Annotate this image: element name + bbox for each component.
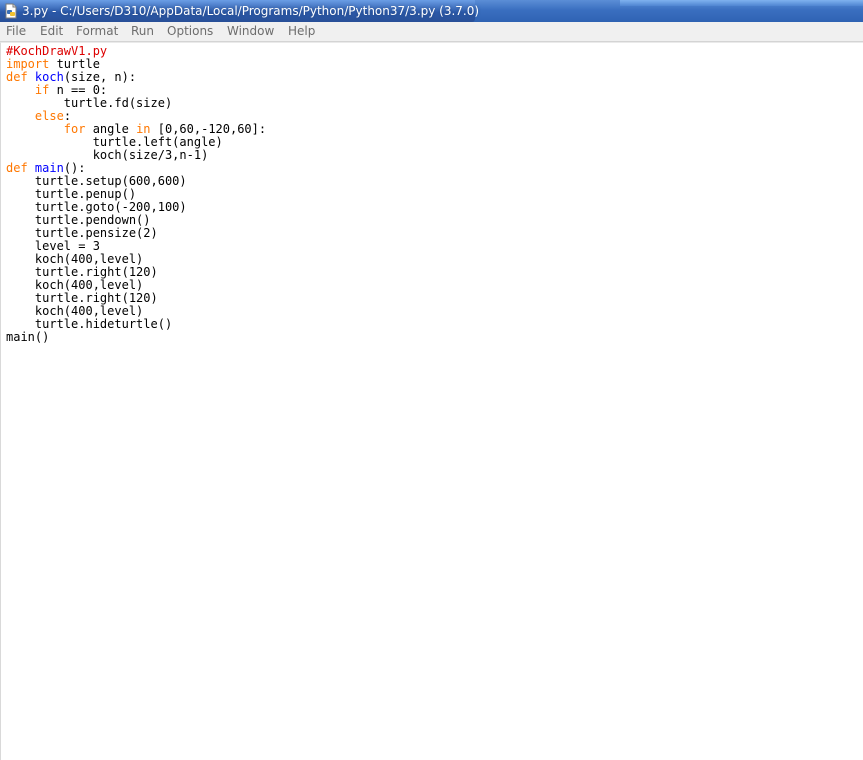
code-token-plain: turtle.fd(size)	[6, 96, 173, 110]
code-token-plain: turtle.left(angle)	[6, 135, 223, 149]
code-token-plain: turtle.pendown()	[6, 213, 151, 227]
code-token-plain: turtle.goto(-200,100)	[6, 200, 187, 214]
code-token-plain: turtle.right(120)	[6, 291, 158, 305]
menu-run[interactable]: Run	[131, 24, 154, 39]
code-token-plain: angle	[85, 122, 137, 136]
code-line[interactable]: main()	[6, 331, 266, 344]
code-token-plain: [0,60,-120,60]:	[150, 122, 267, 136]
code-token-plain: koch(400,level)	[6, 304, 144, 318]
code-token-plain: turtle	[49, 57, 100, 71]
code-token-keyword: def	[6, 70, 28, 84]
code-token-plain: koch(400,level)	[6, 252, 144, 266]
code-token-plain: ():	[63, 161, 86, 175]
code-token-keyword: else	[34, 109, 64, 123]
code-token-plain: koch(size/3,n-1)	[6, 148, 209, 162]
idle-editor-window: 3.py - C:/Users/D310/AppData/Local/Progr…	[0, 0, 863, 760]
code-token-plain: turtle.penup()	[6, 187, 137, 201]
menu-options[interactable]: Options	[167, 24, 213, 39]
title-bar[interactable]: 3.py - C:/Users/D310/AppData/Local/Progr…	[0, 0, 863, 22]
code-token-plain: turtle.setup(600,600)	[6, 174, 187, 188]
code-editor[interactable]: #KochDrawV1.py import turtle def koch(size…	[0, 42, 863, 760]
python-file-icon	[3, 3, 19, 19]
code-token-comment: #KochDrawV1.py	[6, 44, 108, 58]
menu-format[interactable]: Format	[76, 24, 118, 39]
code-token-keyword: in	[136, 122, 151, 136]
code-token-plain: turtle.hideturtle()	[6, 317, 173, 331]
menu-file[interactable]: File	[6, 24, 26, 39]
code-token-plain: turtle.right(120)	[6, 265, 158, 279]
code-text[interactable]: #KochDrawV1.py import turtle def koch(size…	[6, 45, 266, 344]
code-token-plain: koch(400,level)	[6, 278, 144, 292]
menu-edit[interactable]: Edit	[40, 24, 63, 39]
code-token-plain: turtle.pensize(2)	[6, 226, 158, 240]
code-token-keyword: for	[63, 122, 86, 136]
code-token-keyword: import	[6, 57, 50, 71]
menu-window[interactable]: Window	[227, 24, 274, 39]
code-token-plain: :	[63, 109, 72, 123]
code-token-def: koch	[34, 70, 64, 84]
code-token-plain: level = 3	[6, 239, 100, 253]
code-token-plain: (size, n):	[63, 70, 137, 84]
code-token-plain: main()	[6, 330, 50, 344]
window-title: 3.py - C:/Users/D310/AppData/Local/Progr…	[22, 4, 480, 18]
menu-help[interactable]: Help	[288, 24, 315, 39]
code-token-keyword: def	[6, 161, 28, 175]
code-token-keyword: if	[34, 83, 50, 97]
code-token-plain: n == 0:	[49, 83, 108, 97]
code-token-def: main	[34, 161, 64, 175]
menu-bar: File Edit Format Run Options Window Help	[0, 22, 863, 42]
